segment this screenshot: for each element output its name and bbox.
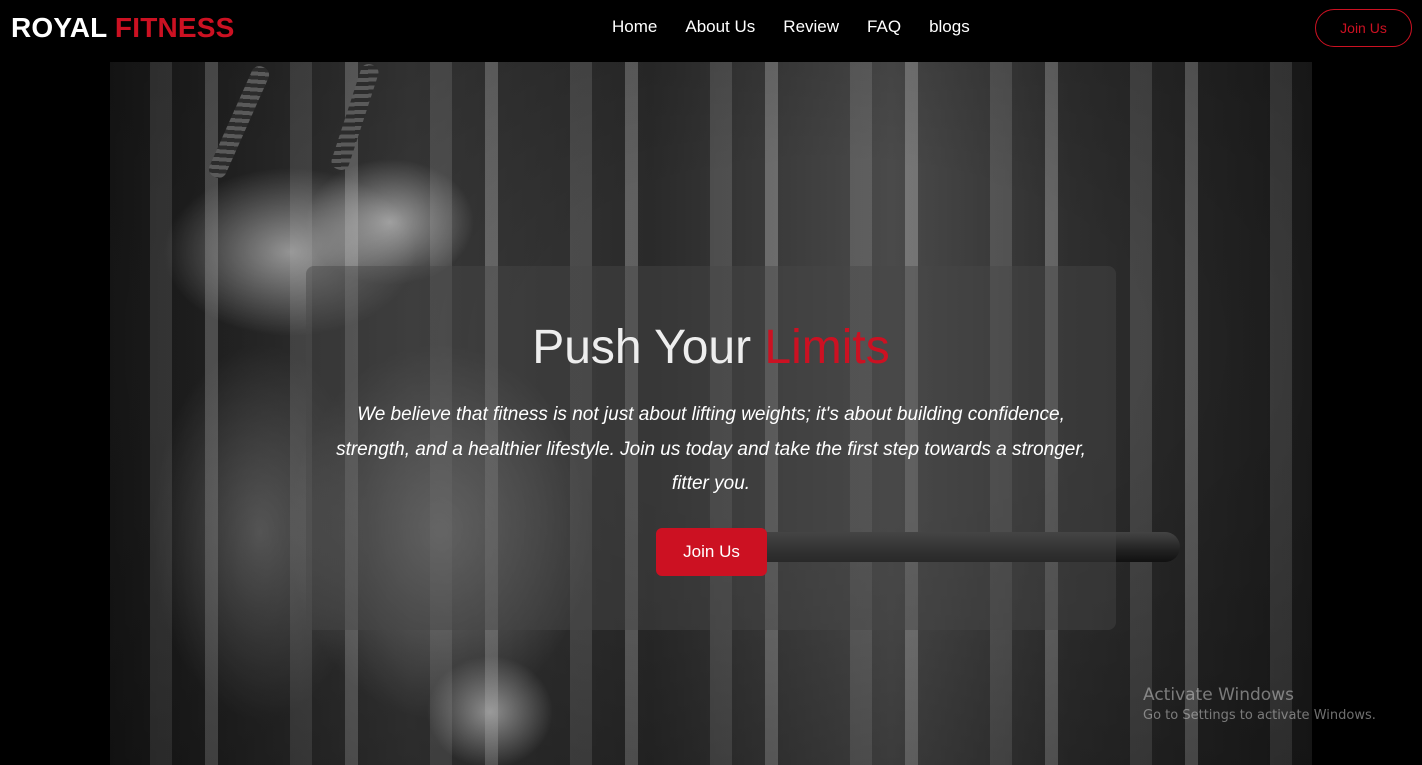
nav-link-review[interactable]: Review [769,16,853,38]
hero-section: Push Your Limits We believe that fitness… [0,62,1422,765]
hero-join-button[interactable]: Join Us [656,528,767,576]
hero-description: We believe that fitness is not just abou… [336,404,1086,494]
rope-left [206,63,272,181]
hero-title-plain: Push Your [532,321,752,374]
nav-links: Home About Us Review FAQ blogs [598,16,984,38]
nav-link-blogs[interactable]: blogs [915,16,984,38]
watermark-subtitle: Go to Settings to activate Windows. [1143,708,1376,723]
brand-name-part1: ROYAL [11,12,107,43]
nav-link-about-us[interactable]: About Us [671,16,769,38]
windows-activation-watermark: Activate Windows Go to Settings to activ… [1143,684,1376,725]
brand-name-part2: FITNESS [114,12,235,43]
navbar: ROYAL FITNESS Home About Us Review FAQ b… [0,0,1422,62]
brand-logo[interactable]: ROYAL FITNESS [11,12,235,44]
rope-right [329,62,381,173]
nav-link-faq[interactable]: FAQ [853,16,915,38]
hero-title-accent: Limits [764,321,890,374]
watermark-title: Activate Windows [1143,685,1294,705]
hero-title: Push Your Limits [306,318,1116,378]
nav-join-button[interactable]: Join Us [1315,9,1412,47]
nav-link-home[interactable]: Home [598,16,671,38]
